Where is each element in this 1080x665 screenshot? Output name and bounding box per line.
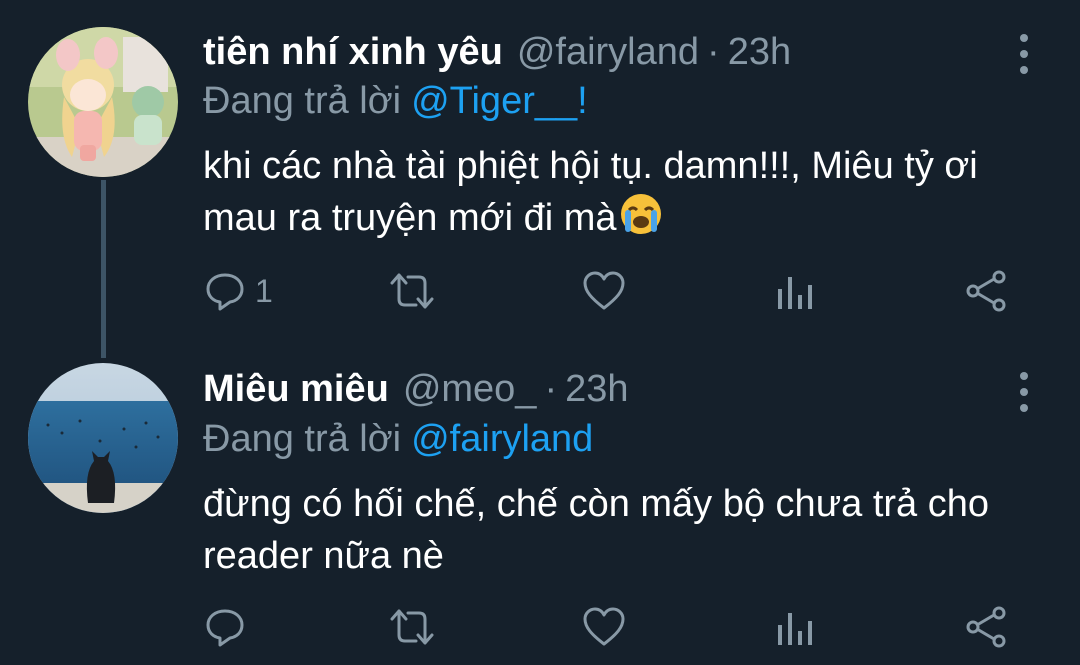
analytics-icon <box>778 613 812 645</box>
tweet-text-container: khi các nhà tài phiệt hội tụ. damn!!!, M… <box>203 140 1043 250</box>
tweet[interactable]: Miêu miêu @meo_ · 23h Đang trả lời @fairy… <box>0 350 1080 665</box>
analytics-icon <box>778 277 812 309</box>
analytics-button[interactable] <box>775 602 815 652</box>
replying-to-mention[interactable]: @Tiger__! <box>411 80 588 122</box>
avatar[interactable] <box>28 27 178 177</box>
avatar[interactable] <box>28 363 178 513</box>
tweet-actions <box>203 602 1023 652</box>
tweet-text: đừng có hối chế, chế còn mấy bộ chưa trả… <box>203 483 989 577</box>
reply-button[interactable] <box>203 602 255 652</box>
timestamp[interactable]: 23h <box>728 27 791 77</box>
share-icon <box>966 270 1006 312</box>
display-name[interactable]: tiên nhí xinh yêu <box>203 27 503 77</box>
analytics-button[interactable] <box>775 266 815 316</box>
reply-icon <box>206 609 244 647</box>
tweet-text: khi các nhà tài phiệt hội tụ. damn!!!, M… <box>203 145 978 239</box>
retweet-icon <box>390 273 434 309</box>
replying-to-mention[interactable]: @fairyland <box>411 418 593 460</box>
tweet-thread: tiên nhí xinh yêu @fairyland · 23h Đang … <box>0 0 1080 665</box>
like-button[interactable] <box>581 602 627 652</box>
more-vertical-icon <box>1020 372 1028 380</box>
more-vertical-icon <box>1020 34 1028 42</box>
like-button[interactable] <box>581 266 627 316</box>
more-options-button[interactable] <box>1012 30 1036 78</box>
heart-icon <box>583 271 625 310</box>
replying-to: Đang trả lời @Tiger__! <box>203 76 588 126</box>
replying-to-label: Đang trả lời <box>203 80 402 122</box>
retweet-button[interactable] <box>386 266 438 316</box>
timestamp[interactable]: 23h <box>565 364 628 414</box>
share-button[interactable] <box>963 602 1009 652</box>
replying-to: Đang trả lời @fairyland <box>203 414 593 464</box>
reply-icon <box>206 273 244 311</box>
tweet-header: tiên nhí xinh yêu @fairyland · 23h <box>203 27 791 77</box>
retweet-button[interactable] <box>386 602 438 652</box>
reply-button[interactable]: 1 <box>203 266 273 316</box>
tweet-actions: 1 <box>203 266 1023 316</box>
loudly-crying-face-icon <box>619 192 663 250</box>
heart-icon <box>583 607 625 646</box>
user-handle[interactable]: @fairyland <box>517 27 699 77</box>
more-options-button[interactable] <box>1012 368 1036 416</box>
tweet[interactable]: tiên nhí xinh yêu @fairyland · 23h Đang … <box>0 0 1080 358</box>
separator: · <box>544 368 558 410</box>
reply-count: 1 <box>255 272 273 309</box>
display-name[interactable]: Miêu miêu <box>203 364 389 414</box>
tweet-header: Miêu miêu @meo_ · 23h <box>203 364 629 414</box>
user-handle[interactable]: @meo_ <box>403 364 537 414</box>
replying-to-label: Đang trả lời <box>203 418 402 460</box>
separator: · <box>707 31 720 73</box>
tweet-text-container: đừng có hối chế, chế còn mấy bộ chưa trả… <box>203 478 1043 582</box>
share-button[interactable] <box>963 266 1009 316</box>
thread-connector <box>101 180 106 358</box>
share-icon <box>966 606 1006 648</box>
retweet-icon <box>390 609 434 645</box>
